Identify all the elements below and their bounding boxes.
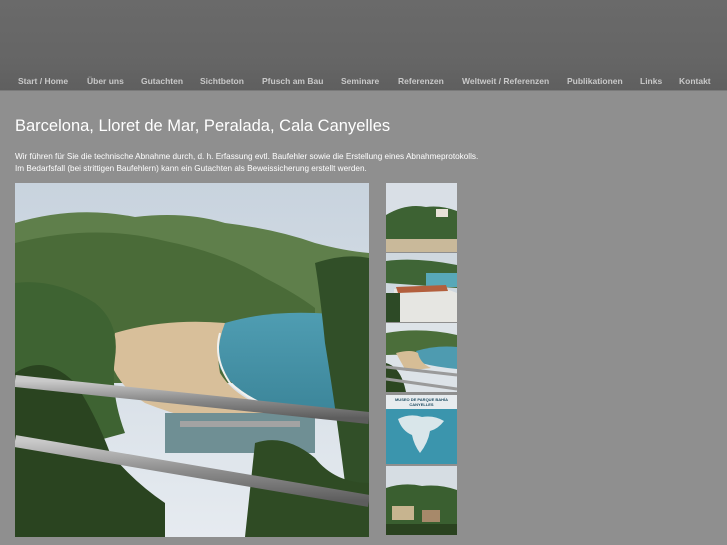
intro-text: Wir führen für Sie die technische Abnahm… <box>15 151 478 175</box>
thumbnail-1-illustration <box>386 183 457 252</box>
intro-line-2: Im Bedarfsfall (bei strittigen Baufehler… <box>15 164 367 173</box>
nav-item-ueber-uns[interactable]: Über uns <box>87 75 124 87</box>
main-photo-bay-view[interactable] <box>15 183 369 537</box>
nav-item-referenzen[interactable]: Referenzen <box>398 75 444 87</box>
nav-item-gutachten[interactable]: Gutachten <box>141 75 183 87</box>
thumbnail-bay-railing[interactable] <box>386 323 457 392</box>
nav-item-kontakt[interactable]: Kontakt <box>679 75 711 87</box>
intro-line-1: Wir führen für Sie die technische Abnahm… <box>15 152 479 161</box>
bay-photo-illustration <box>15 183 369 537</box>
thumbnail-map-sign[interactable]: MUSEO DE PARQUE BAHÍA CANYELLES <box>386 395 457 464</box>
thumbnail-terrace-sea[interactable] <box>386 253 457 322</box>
map-sign-text: MUSEO DE PARQUE BAHÍA CANYELLES <box>394 397 449 407</box>
thumbnail-3-illustration <box>386 323 457 392</box>
nav-item-weltweit-referenzen[interactable]: Weltweit / Referenzen <box>462 75 549 87</box>
page-title: Barcelona, Lloret de Mar, Peralada, Cala… <box>15 117 391 135</box>
nav-item-links[interactable]: Links <box>640 75 662 87</box>
nav-item-publikationen[interactable]: Publikationen <box>567 75 623 87</box>
nav-item-sichtbeton[interactable]: Sichtbeton <box>200 75 244 87</box>
nav-item-pfusch-am-bau[interactable]: Pfusch am Bau <box>262 75 323 87</box>
nav-item-start[interactable]: Start / Home <box>18 75 68 87</box>
nav-item-seminare[interactable]: Seminare <box>341 75 379 87</box>
thumbnail-2-illustration <box>386 253 457 322</box>
thumbnail-coastal-houses[interactable] <box>386 466 457 535</box>
main-navigation: Start / Home Über uns Gutachten Sichtbet… <box>0 75 727 87</box>
thumbnail-5-illustration <box>386 466 457 535</box>
thumbnail-hillside-village[interactable] <box>386 183 457 252</box>
